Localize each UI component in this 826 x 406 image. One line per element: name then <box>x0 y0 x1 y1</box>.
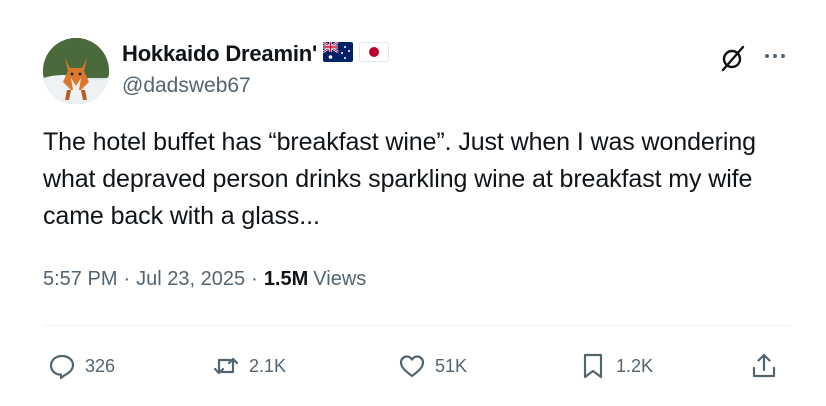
display-name-row[interactable]: Hokkaido Dreamin' <box>122 40 389 68</box>
meta-separator: · <box>123 268 131 290</box>
retweet-icon <box>213 357 239 375</box>
more-icon[interactable] <box>764 46 786 66</box>
reply-count: 326 <box>85 355 116 376</box>
tweet-date[interactable]: Jul 23, 2025 <box>136 268 245 291</box>
like-count: 51K <box>435 355 468 376</box>
bookmark-button[interactable]: 1.2K <box>578 348 653 384</box>
retweet-button[interactable]: 2.1K <box>211 348 286 384</box>
tweet-time[interactable]: 5:57 PM <box>43 268 117 291</box>
retweet-count: 2.1K <box>249 355 287 376</box>
grok-icon[interactable] <box>718 43 748 73</box>
user-handle[interactable]: @dadsweb67 <box>122 74 251 98</box>
tweet: Hokkaido Dreamin' @dadsweb67 The hotel b… <box>0 0 826 406</box>
reply-button[interactable]: 326 <box>47 348 115 384</box>
bookmark-icon <box>583 353 603 379</box>
views-count[interactable]: 1.5M <box>264 268 308 291</box>
share-button[interactable] <box>749 348 779 384</box>
meta-separator: · <box>251 268 258 290</box>
views-label[interactable]: Views <box>313 268 366 291</box>
avatar[interactable] <box>43 38 109 104</box>
avatar-fox-image <box>43 38 109 104</box>
australia-flag-icon <box>322 40 353 67</box>
japan-flag-icon <box>359 41 389 67</box>
bookmark-count: 1.2K <box>616 355 654 376</box>
tweet-text: The hotel buffet has “breakfast wine”. J… <box>43 128 756 230</box>
divider <box>43 325 791 326</box>
tweet-meta: 5:57 PM · Jul 23, 2025 · 1.5M Views <box>43 268 366 291</box>
action-bar: 326 2.1K 51K 1.2K <box>43 348 791 384</box>
display-name[interactable]: Hokkaido Dreamin' <box>122 41 317 67</box>
like-button[interactable]: 51K <box>397 348 467 384</box>
like-icon <box>399 355 425 378</box>
reply-icon <box>49 354 75 380</box>
share-icon <box>752 353 776 378</box>
